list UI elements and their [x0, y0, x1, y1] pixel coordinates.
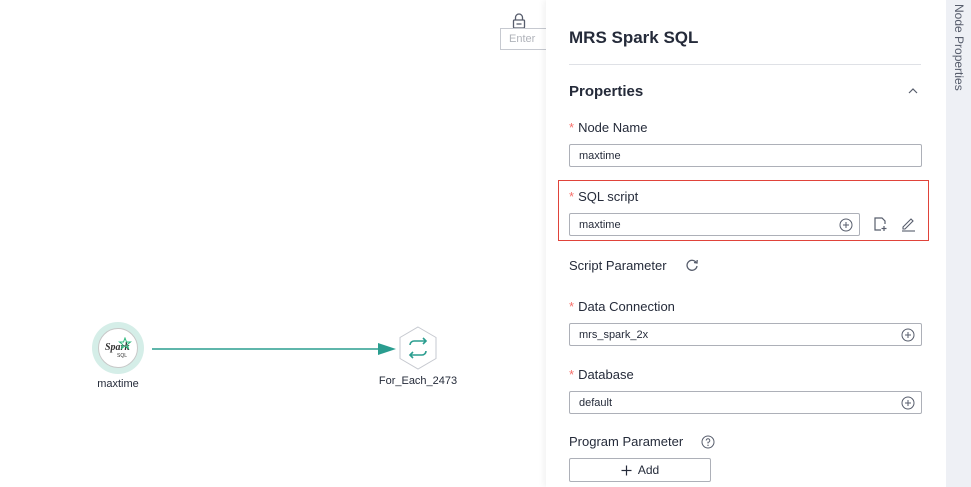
- data-connection-label: * Data Connection: [569, 299, 675, 314]
- spark-node-ring: Spark SQL: [92, 322, 144, 374]
- node-name-label: * Node Name: [569, 120, 648, 135]
- database-label: * Database: [569, 367, 634, 382]
- database-field[interactable]: default: [569, 391, 922, 414]
- loop-icon: [399, 326, 437, 370]
- plus-circle-icon[interactable]: [839, 218, 853, 232]
- canvas-search-input[interactable]: [500, 28, 546, 50]
- right-rail: Node Properties: [946, 0, 971, 487]
- svg-text:Spark: Spark: [105, 342, 129, 353]
- section-title: Properties: [569, 83, 644, 100]
- node-maxtime[interactable]: Spark SQL maxtime: [88, 322, 148, 390]
- panel-title: MRS Spark SQL: [569, 28, 699, 47]
- properties-panel: MRS Spark SQL Properties * Node Name maxt…: [546, 0, 946, 487]
- workflow-canvas[interactable]: Spark SQL maxtime For_Each_2473: [0, 0, 546, 487]
- program-parameter-label: Program Parameter: [569, 434, 684, 449]
- chevron-up-icon[interactable]: [906, 84, 920, 98]
- script-parameter-label: Script Parameter: [569, 258, 667, 273]
- new-file-icon[interactable]: [871, 215, 889, 233]
- plus-circle-icon[interactable]: [901, 328, 915, 342]
- sql-script-field[interactable]: maxtime: [569, 213, 860, 236]
- divider: [569, 64, 921, 65]
- node-label: For_Each_2473: [378, 375, 458, 387]
- data-connection-field[interactable]: mrs_spark_2x: [569, 323, 922, 346]
- plus-icon: [621, 465, 632, 475]
- plus-circle-icon[interactable]: [901, 396, 915, 410]
- node-name-field[interactable]: maxtime: [569, 144, 922, 167]
- tab-node-properties[interactable]: Node Properties: [952, 4, 966, 94]
- help-icon[interactable]: [699, 433, 717, 451]
- edit-icon[interactable]: [899, 215, 917, 233]
- node-for-each[interactable]: For_Each_2473: [363, 325, 473, 387]
- workflow-edge[interactable]: [152, 341, 397, 357]
- sql-script-label: * SQL script: [569, 189, 639, 204]
- add-parameter-button[interactable]: Add: [569, 458, 711, 482]
- spark-logo: Spark SQL: [98, 328, 138, 368]
- refresh-icon[interactable]: [683, 256, 701, 274]
- svg-text:SQL: SQL: [117, 353, 127, 359]
- node-label: maxtime: [97, 378, 139, 390]
